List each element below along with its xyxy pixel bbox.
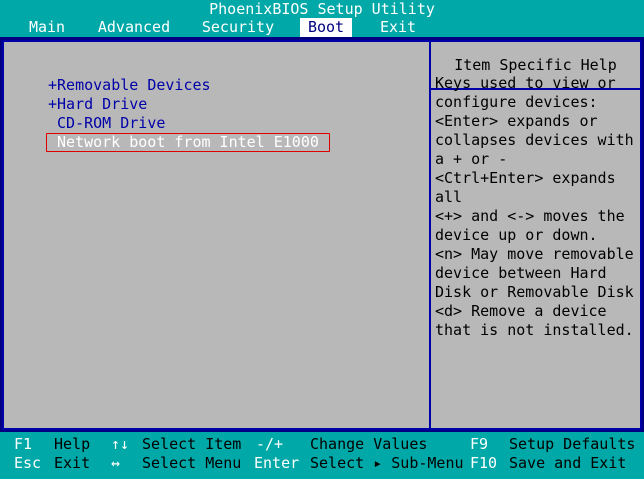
tab-security[interactable]: Security [198, 18, 278, 37]
key-enter: Enter [254, 454, 300, 472]
boot-item-cdrom-drive[interactable]: CD-ROM Drive [48, 114, 165, 133]
help-line: a + or - [435, 150, 508, 168]
tab-exit[interactable]: Exit [372, 18, 424, 37]
tab-main[interactable]: Main [16, 18, 78, 37]
help-line: <Enter> expands or [435, 112, 598, 130]
key-esc: Esc [14, 454, 42, 472]
title-bar: PhoenixBIOS Setup Utility [0, 0, 644, 18]
boot-item-network-boot[interactable]: Network boot from Intel E1000 [46, 133, 330, 152]
key-f10-desc: Save and Exit [509, 454, 627, 472]
help-line: configure devices: [435, 93, 598, 111]
help-line: <d> Remove a device [435, 302, 607, 320]
help-line: Keys used to view or [435, 74, 616, 92]
help-line: <Ctrl+Enter> expands [435, 169, 616, 187]
key-f9-desc: Setup Defaults [509, 435, 636, 453]
key-updown-desc: Select Item [142, 435, 242, 453]
key-leftright-desc: Select Menu [142, 454, 242, 472]
help-text: Keys used to view or configure devices: … [435, 74, 635, 340]
help-title: Item Specific Help [454, 56, 617, 74]
app-title: PhoenixBIOS Setup Utility [209, 0, 435, 18]
boot-item-hard-drive[interactable]: +Hard Drive [48, 95, 147, 114]
key-f10: F10 [470, 454, 498, 472]
key-leftright: ↔ [111, 454, 121, 472]
key-enter-desc: Select ▸ Sub-Menu [310, 454, 464, 472]
help-line: collapses devices with [435, 131, 634, 149]
key-f1-desc: Help [54, 435, 91, 453]
key-minus-plus: -/+ [256, 435, 284, 453]
key-f1: F1 [14, 435, 33, 453]
help-line: <n> May move removable [435, 245, 634, 263]
help-line: <+> and <-> moves the [435, 207, 625, 225]
panel-divider [429, 42, 431, 428]
key-f9: F9 [470, 435, 489, 453]
key-minus-plus-desc: Change Values [310, 435, 428, 453]
help-line: device up or down. [435, 226, 598, 244]
menu-bar: Main Advanced Security Boot Exit [0, 18, 644, 37]
help-line: all [435, 188, 463, 206]
key-legend: F1 Help ↑↓ Select Item -/+ Change Values… [0, 432, 644, 479]
boot-item-removable-devices[interactable]: +Removable Devices [48, 76, 211, 95]
tab-advanced[interactable]: Advanced [94, 18, 174, 37]
help-line: Disk or Removable Disk [435, 283, 634, 301]
help-line: device between Hard [435, 264, 607, 282]
tab-boot[interactable]: Boot [300, 18, 352, 37]
help-line: that is not installed. [435, 321, 634, 339]
key-esc-desc: Exit [54, 454, 91, 472]
key-updown: ↑↓ [111, 435, 130, 453]
